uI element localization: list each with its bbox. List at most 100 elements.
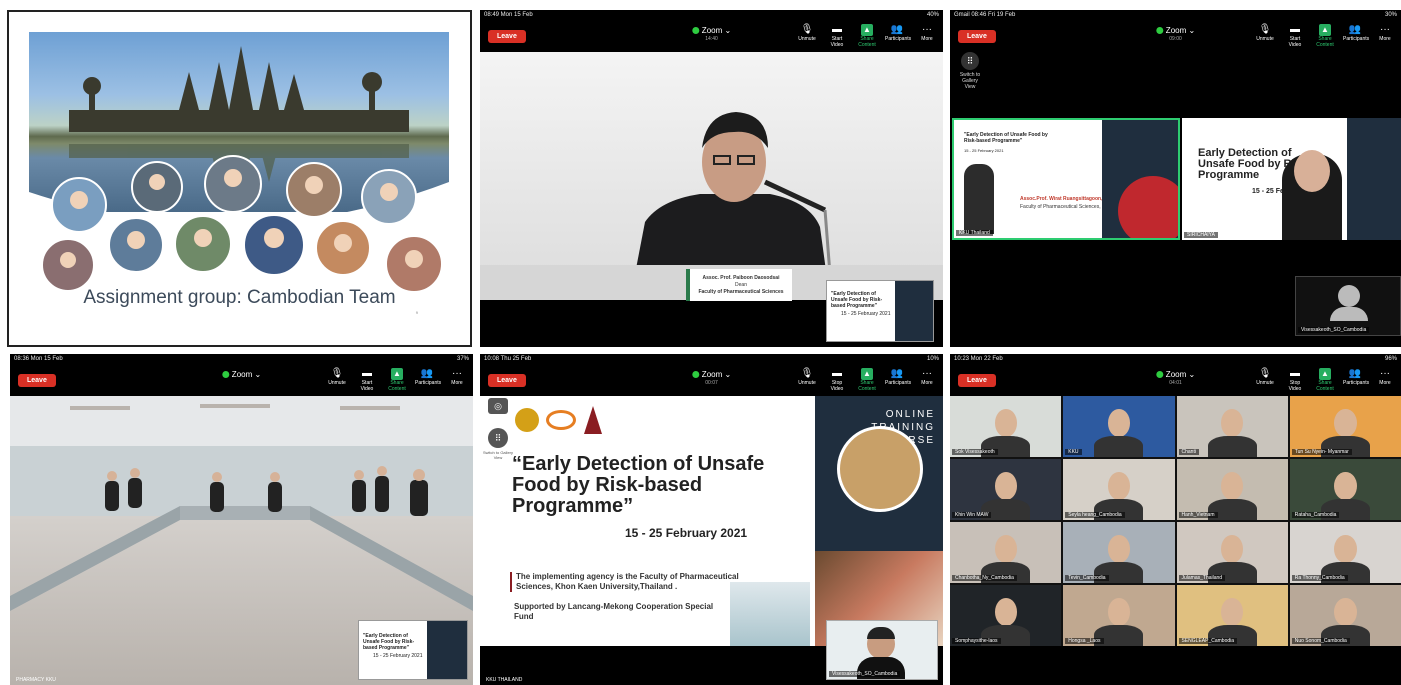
gallery-video-tile[interactable]: Julamas_Thailand bbox=[1176, 522, 1288, 583]
gallery-video-tile[interactable]: SENGLEAP_Cambodia bbox=[1176, 585, 1288, 646]
status-bar: Gmail 08:46 Fri 19 Feb 30% bbox=[954, 12, 1397, 18]
participant-name: Ra Thonny_Cambodia bbox=[1291, 575, 1348, 581]
microphone-muted-icon: 🎙 bbox=[330, 368, 344, 379]
zoom-meeting-title[interactable]: Zoom ⌄ bbox=[221, 370, 262, 379]
more-button[interactable]: ··· More bbox=[1373, 24, 1397, 48]
participant-face bbox=[994, 535, 1017, 564]
stop-video-button[interactable]: ▬ Stop Video bbox=[825, 368, 849, 392]
video-camera-icon: ▬ bbox=[1290, 368, 1300, 379]
self-view-tile[interactable]: Visessakeoth_SO_Cambodia bbox=[1295, 276, 1401, 336]
ellipsis-icon: ··· bbox=[1380, 368, 1390, 379]
unmute-button[interactable]: 🎙 Unmute bbox=[795, 368, 819, 392]
participants-icon: 👥 bbox=[420, 368, 434, 379]
zoom-meeting-title[interactable]: Zoom ⌄ 14:40 bbox=[691, 26, 731, 42]
avatar bbox=[1338, 285, 1360, 307]
share-content-button[interactable]: ▲ Share Content bbox=[1313, 24, 1337, 48]
gallery-video-tile[interactable]: Tevin_Cambodia bbox=[1063, 522, 1175, 583]
encryption-shield-icon bbox=[691, 27, 699, 35]
participant-name: Nuo Sonom_Cambodia bbox=[1291, 638, 1350, 644]
camera-switch-icon[interactable]: ◎ bbox=[488, 398, 508, 414]
participant-name: Somphaysithe-laos bbox=[952, 638, 1001, 644]
participants-button[interactable]: 👥 Participants bbox=[885, 24, 911, 48]
zoom-toolbar: Leave Zoom ⌄ 14:40 🎙 Unmute ▬ Start Video … bbox=[480, 20, 943, 52]
implementing-agency-text: The implementing agency is the Faculty o… bbox=[510, 572, 740, 592]
zoom-meeting-title[interactable]: Zoom ⌄ 04:01 bbox=[1155, 370, 1195, 386]
gallery-video-tile[interactable]: Chanti bbox=[1176, 396, 1288, 457]
gallery-video-tile[interactable]: Rataha_Cambodia bbox=[1289, 459, 1401, 520]
chevron-down-icon: ⌄ bbox=[724, 370, 732, 379]
participant-face bbox=[1107, 409, 1130, 438]
gallery-video-tile[interactable]: Somphaysithe-laos bbox=[950, 585, 1062, 646]
switch-gallery-view-label: Switch to Gallery View bbox=[482, 450, 513, 460]
share-content-button[interactable]: ▲ Share Content bbox=[385, 368, 409, 392]
share-content-button[interactable]: ▲ Share Content bbox=[855, 24, 879, 48]
grid-icon[interactable]: ⠿ bbox=[488, 428, 508, 448]
switch-gallery-view-button[interactable]: ⠿ Switch to Gallery View bbox=[958, 52, 982, 90]
participant-name: Tun Su Nyein- Myanmar bbox=[1291, 449, 1352, 455]
participant-name: KKU Thailand bbox=[956, 230, 993, 236]
leave-button[interactable]: Leave bbox=[958, 373, 996, 387]
start-video-button[interactable]: ▬ Start Video bbox=[1283, 24, 1307, 48]
more-button[interactable]: ··· More bbox=[915, 24, 939, 48]
participants-button[interactable]: 👥 Participants bbox=[1343, 24, 1369, 48]
participant-face bbox=[994, 598, 1017, 627]
gallery-video-tile[interactable]: KKU bbox=[1063, 396, 1175, 457]
unmute-button[interactable]: 🎙 Unmute bbox=[325, 368, 349, 392]
leave-button[interactable]: Leave bbox=[958, 29, 996, 43]
unmute-button[interactable]: 🎙 Unmute bbox=[1253, 368, 1277, 392]
participants-button[interactable]: 👥 Participants bbox=[415, 368, 441, 392]
participant-name: Rataha_Cambodia bbox=[1291, 512, 1340, 518]
gallery-video-tile[interactable]: Sok Visessakeoth bbox=[950, 396, 1062, 457]
participants-icon: 👥 bbox=[1348, 24, 1362, 35]
zoom-toolbar: Leave Zoom ⌄ 09:00 🎙 Unmute ▬ Start Video … bbox=[950, 20, 1401, 52]
participants-button[interactable]: 👥 Participants bbox=[885, 368, 911, 392]
start-video-button[interactable]: ▬ Start Video bbox=[825, 24, 849, 48]
gallery-video-tile[interactable]: Hanh_Vietnam bbox=[1176, 459, 1288, 520]
gallery-video-tile[interactable]: Chanbotha_Ny_Cambodia bbox=[950, 522, 1062, 583]
participant-face bbox=[1221, 598, 1244, 627]
microphone-muted-icon: 🎙 bbox=[1258, 368, 1272, 379]
status-bar: 08:36 Mon 15 Feb 37% bbox=[14, 356, 469, 362]
stop-video-button[interactable]: ▬ Stop Video bbox=[1283, 368, 1307, 392]
participant-face bbox=[1221, 535, 1244, 564]
supported-by-text: Supported by Lancang-Mekong Cooperation … bbox=[514, 602, 714, 621]
more-button[interactable]: ··· More bbox=[1373, 368, 1397, 392]
participant-face bbox=[1221, 472, 1244, 501]
unmute-button[interactable]: 🎙 Unmute bbox=[1253, 24, 1277, 48]
participants-button[interactable]: 👥 Participants bbox=[1343, 368, 1369, 392]
shared-slide-thumbnail[interactable]: "Early Detection of Unsafe Food by Risk-… bbox=[358, 620, 468, 680]
participant-name: Julamas_Thailand bbox=[1178, 575, 1226, 581]
gallery-video-tile[interactable]: Tun Su Nyein- Myanmar bbox=[1289, 396, 1401, 457]
zoom-meeting-title[interactable]: Zoom ⌄ 00:07 bbox=[691, 370, 732, 386]
start-video-button[interactable]: ▬ Start Video bbox=[355, 368, 379, 392]
video-tile-kku-thailand[interactable]: "Early Detection of Unsafe Food by Risk-… bbox=[952, 118, 1180, 240]
zoom-meeting-title[interactable]: Zoom ⌄ 09:00 bbox=[1155, 26, 1195, 42]
share-arrow-icon: ▲ bbox=[1319, 24, 1331, 36]
leave-button[interactable]: Leave bbox=[488, 29, 526, 43]
chevron-down-icon: ⌄ bbox=[254, 370, 262, 379]
national-emblem-logo bbox=[515, 408, 539, 432]
zoom-screenshot-dean: 08:49 Mon 15 Feb 40% Leave Zoom ⌄ 14:40 … bbox=[480, 10, 943, 347]
participant-body bbox=[1207, 436, 1257, 457]
gallery-video-tile[interactable]: Nuo Sonom_Cambodia bbox=[1289, 585, 1401, 646]
shared-slide-thumbnail[interactable]: "Early Detection of Unsafe Food by Risk-… bbox=[826, 280, 934, 342]
gallery-video-tile[interactable]: Seyla heang_Cambodia bbox=[1063, 459, 1175, 520]
more-button[interactable]: ··· More bbox=[445, 368, 469, 392]
leave-button[interactable]: Leave bbox=[488, 373, 526, 387]
participant-name: Tevin_Cambodia bbox=[1065, 575, 1109, 581]
gallery-video-tile[interactable]: Ra Thonny_Cambodia bbox=[1289, 522, 1401, 583]
participant-body bbox=[1094, 436, 1144, 457]
gallery-video-tile[interactable]: Hongsa _Laos bbox=[1063, 585, 1175, 646]
zoom-toolbar: Leave Zoom ⌄ 04:01 🎙 Unmute ▬ Stop Video ▲… bbox=[950, 364, 1401, 396]
video-tile-sirichaiya[interactable]: Early Detection of Unsafe Food by Risk P… bbox=[1182, 118, 1401, 240]
self-view-tile[interactable]: Visessakeoth_SO_Cambodia bbox=[826, 620, 938, 680]
status-bar: 10:23 Mon 22 Feb 96% bbox=[954, 356, 1397, 362]
more-button[interactable]: ··· More bbox=[915, 368, 939, 392]
unmute-button[interactable]: 🎙 Unmute bbox=[795, 24, 819, 48]
gallery-video-tile[interactable]: Khin Win MAW bbox=[950, 459, 1062, 520]
leave-button[interactable]: Leave bbox=[18, 373, 56, 387]
share-content-button[interactable]: ▲ Share Content bbox=[855, 368, 879, 392]
participant-name: Visessakeoth_SO_Cambodia bbox=[829, 671, 901, 677]
zoom-toolbar: Leave Zoom ⌄ 🎙 Unmute ▬ Start Video ▲ Share… bbox=[10, 364, 473, 396]
share-content-button[interactable]: ▲ Share Content bbox=[1313, 368, 1337, 392]
